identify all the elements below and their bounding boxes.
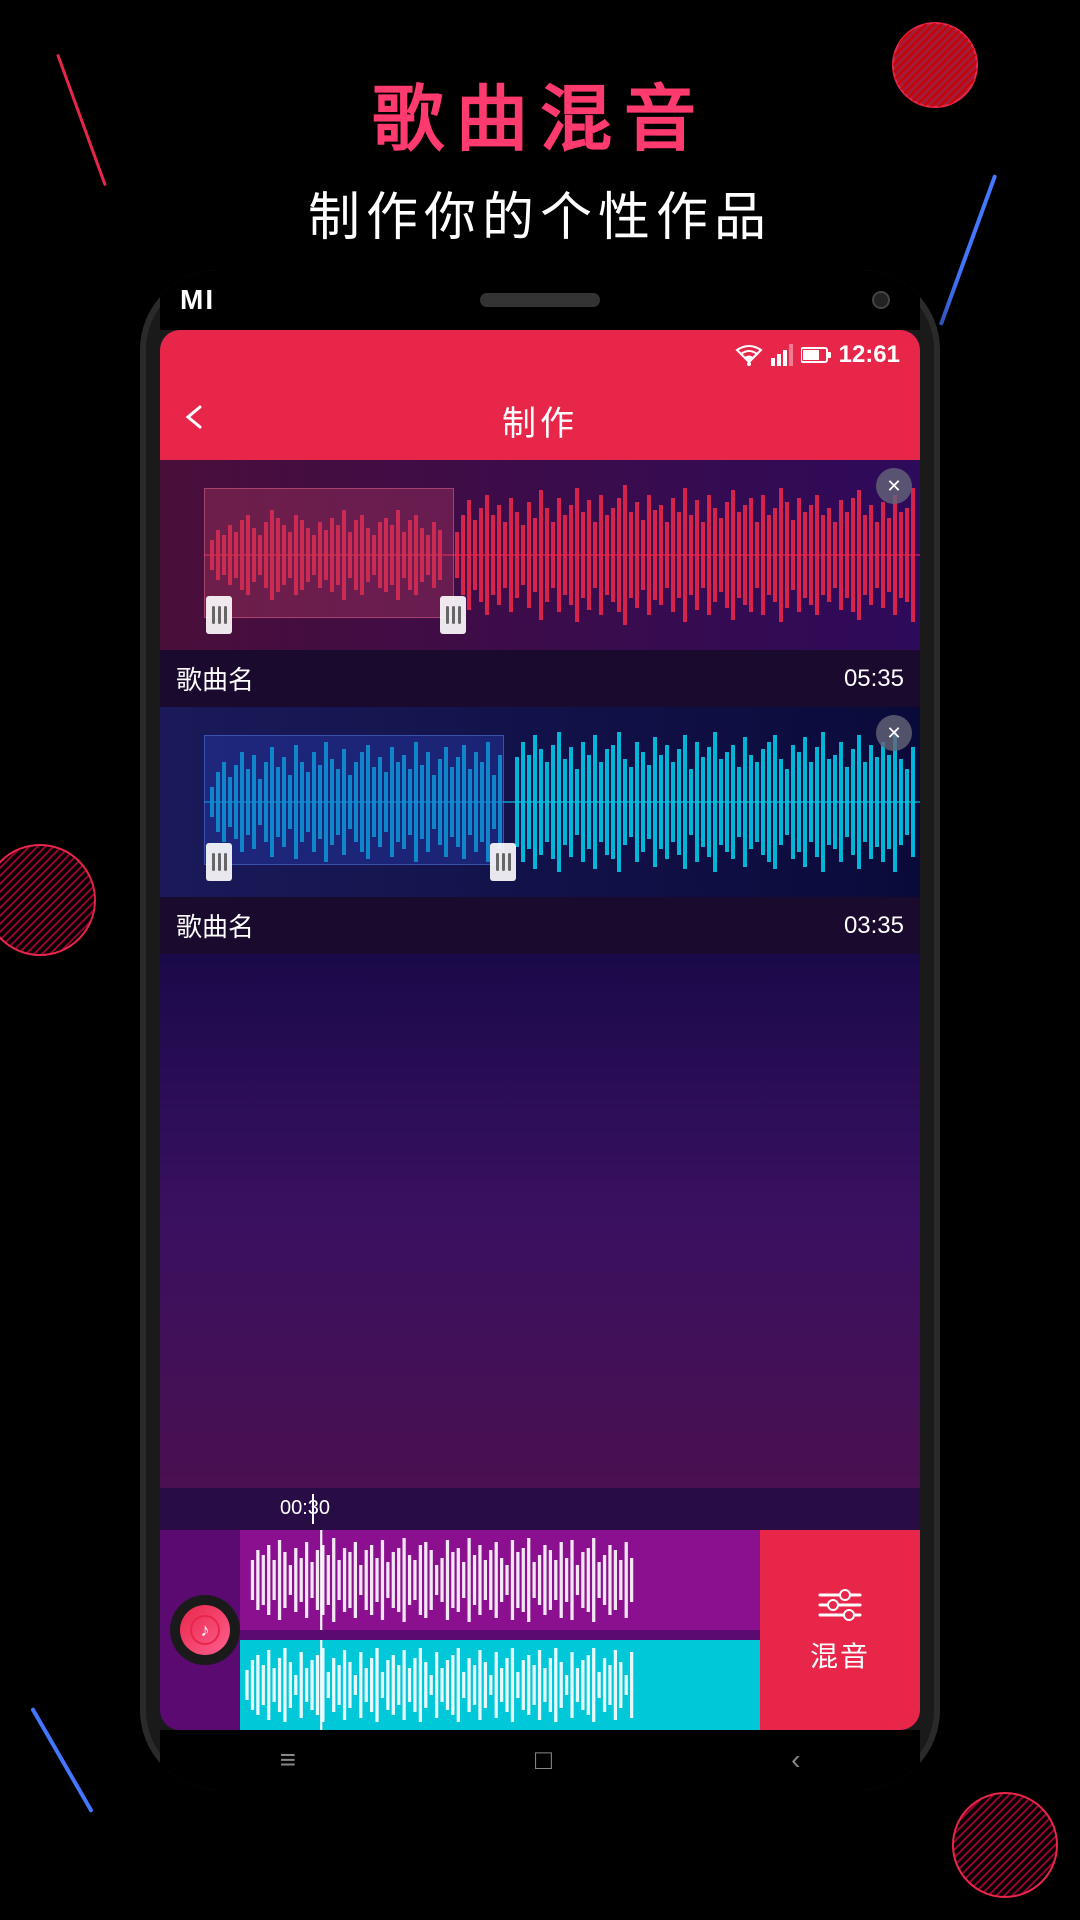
track-section-2: ✕ 0:33 2:33 bbox=[160, 707, 920, 954]
track2-name: 歌曲名 bbox=[176, 907, 254, 944]
phone-camera bbox=[872, 291, 890, 309]
track2-handle-right[interactable] bbox=[490, 843, 516, 881]
track1-info: 歌曲名 05:35 bbox=[160, 650, 920, 707]
title-area: 歌曲混音 制作你的个性作品 bbox=[0, 60, 1080, 250]
nav-menu-button[interactable]: ≡ bbox=[280, 1744, 296, 1776]
music-note-icon: ♪ bbox=[189, 1614, 221, 1646]
mix-button-label: 混音 bbox=[810, 1635, 870, 1675]
nav-home-button[interactable]: □ bbox=[535, 1744, 552, 1776]
svg-text:♪: ♪ bbox=[201, 1620, 210, 1640]
wifi-icon bbox=[735, 344, 763, 366]
track1-selection[interactable] bbox=[204, 488, 454, 618]
track-close-button-2[interactable]: ✕ bbox=[876, 715, 912, 751]
track1-duration: 05:35 bbox=[844, 665, 904, 693]
phone-bottom-nav: ≡ □ ‹ bbox=[160, 1730, 920, 1790]
track2-info: 歌曲名 03:35 bbox=[160, 897, 920, 954]
app-bar: 制作 bbox=[160, 380, 920, 460]
status-icons: 12:61 bbox=[735, 341, 900, 369]
back-button[interactable] bbox=[180, 399, 210, 441]
track2-handle-left[interactable] bbox=[206, 843, 232, 881]
mix-sliders-icon bbox=[815, 1585, 865, 1625]
signal-icon bbox=[771, 344, 793, 366]
player-waveform-pink-svg bbox=[240, 1530, 760, 1630]
deco-circle-left bbox=[0, 840, 100, 960]
track1-handle-left[interactable] bbox=[206, 596, 232, 634]
player-waveform-cyan-svg bbox=[240, 1640, 760, 1730]
mi-logo: MI bbox=[180, 284, 215, 316]
bottom-player: ♪ bbox=[160, 1530, 920, 1730]
player-waveform[interactable]: ♪ bbox=[160, 1530, 760, 1730]
page-title-sub: 制作你的个性作品 bbox=[0, 175, 1080, 250]
play-icon: ♪ bbox=[180, 1605, 230, 1655]
timeline-cursor bbox=[312, 1494, 314, 1524]
phone-frame: MI bbox=[140, 270, 940, 1790]
timeline-area: 00:30 bbox=[160, 1488, 920, 1530]
status-bar: 12:61 bbox=[160, 330, 920, 380]
app-bar-title: 制作 bbox=[502, 396, 578, 445]
track2-duration: 03:35 bbox=[844, 912, 904, 940]
nav-back-button[interactable]: ‹ bbox=[791, 1744, 800, 1776]
track2-selection[interactable] bbox=[204, 735, 504, 865]
deco-line-bottomleft bbox=[30, 1707, 93, 1813]
track-section-1: ✕ 0:33 1:33 bbox=[160, 460, 920, 707]
track-close-button-1[interactable]: ✕ bbox=[876, 468, 912, 504]
battery-icon bbox=[801, 344, 831, 366]
page-title-main: 歌曲混音 bbox=[0, 60, 1080, 165]
player-play-button[interactable]: ♪ bbox=[170, 1595, 240, 1665]
deco-circle-bottomright bbox=[950, 1790, 1060, 1900]
phone-speaker bbox=[480, 293, 600, 307]
track-waveform-2[interactable]: ✕ 0:33 2:33 bbox=[160, 707, 920, 897]
track1-handle-right[interactable] bbox=[440, 596, 466, 634]
track-waveform-1[interactable]: ✕ 0:33 1:33 bbox=[160, 460, 920, 650]
middle-empty-area bbox=[160, 954, 920, 1488]
main-content: ✕ 0:33 1:33 bbox=[160, 460, 920, 1730]
phone-screen: 12:61 制作 ✕ 0:33 1:33 bbox=[160, 330, 920, 1730]
status-time: 12:61 bbox=[839, 341, 900, 369]
phone-top-bar: MI bbox=[160, 270, 920, 330]
track1-name: 歌曲名 bbox=[176, 660, 254, 697]
mix-button[interactable]: 混音 bbox=[760, 1530, 920, 1730]
timeline-label: 00:30 bbox=[280, 1497, 330, 1520]
